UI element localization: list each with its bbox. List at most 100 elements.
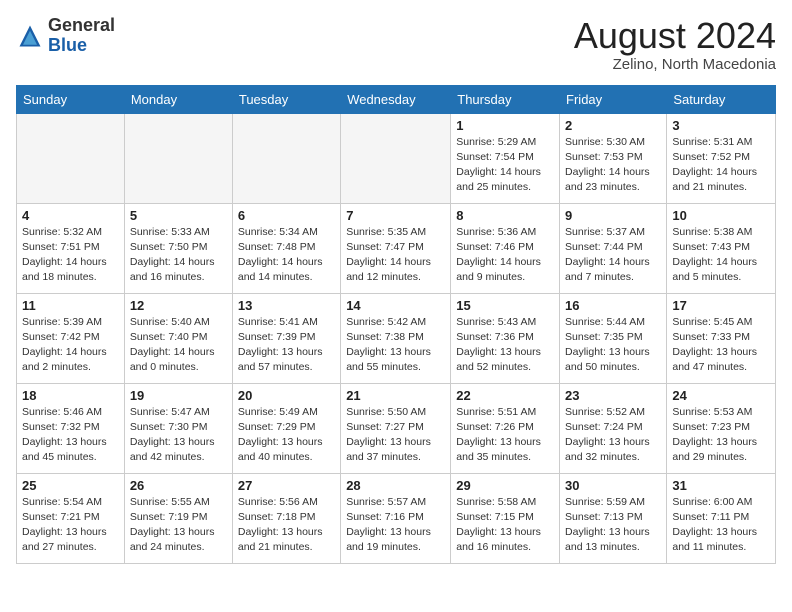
day-number: 25 [22, 478, 119, 493]
calendar-cell: 26Sunrise: 5:55 AM Sunset: 7:19 PM Dayli… [124, 473, 232, 563]
day-info: Sunrise: 5:34 AM Sunset: 7:48 PM Dayligh… [238, 225, 335, 286]
day-info: Sunrise: 5:51 AM Sunset: 7:26 PM Dayligh… [456, 405, 554, 466]
weekday-header: Friday [560, 85, 667, 113]
calendar-week-row: 18 Sunrise: 5:46 AM Sunset: 7:32 PM Dayli… [17, 383, 776, 473]
calendar-cell: 6 Sunrise: 5:34 AM Sunset: 7:48 PM Daylig… [232, 203, 340, 293]
day-info: Sunrise: 5:38 AM Sunset: 7:43 PM Dayligh… [672, 225, 770, 286]
logo: General Blue [16, 16, 115, 56]
day-number: 15 [456, 298, 554, 313]
day-number: 21 [346, 388, 445, 403]
day-number: 22 [456, 388, 554, 403]
day-info: Sunrise: 5:53 AM Sunset: 7:23 PM Dayligh… [672, 405, 770, 466]
day-number: 11 [22, 298, 119, 313]
calendar-cell: 10 Sunrise: 5:38 AM Sunset: 7:43 PM Dayli… [667, 203, 776, 293]
day-number: 2 [565, 118, 661, 133]
logo-general: General [48, 16, 115, 36]
day-number: 18 [22, 388, 119, 403]
day-info: Sunrise: 5:37 AM Sunset: 7:44 PM Dayligh… [565, 225, 661, 286]
calendar-cell: 9 Sunrise: 5:37 AM Sunset: 7:44 PM Daylig… [560, 203, 667, 293]
weekday-header: Tuesday [232, 85, 340, 113]
weekday-header: Monday [124, 85, 232, 113]
day-info: Sunrise: 5:56 AM Sunset: 7:18 PM Dayligh… [238, 495, 335, 556]
title-block: August 2024 Zelino, North Macedonia [574, 16, 776, 73]
day-number: 16 [565, 298, 661, 313]
day-number: 14 [346, 298, 445, 313]
weekday-header: Saturday [667, 85, 776, 113]
day-info: Sunrise: 5:59 AM Sunset: 7:13 PM Dayligh… [565, 495, 661, 556]
day-number: 29 [456, 478, 554, 493]
day-info: Sunrise: 5:46 AM Sunset: 7:32 PM Dayligh… [22, 405, 119, 466]
calendar-cell: 11 Sunrise: 5:39 AM Sunset: 7:42 PM Dayli… [17, 293, 125, 383]
day-info: Sunrise: 5:45 AM Sunset: 7:33 PM Dayligh… [672, 315, 770, 376]
calendar-cell [17, 113, 125, 203]
calendar-cell: 5 Sunrise: 5:33 AM Sunset: 7:50 PM Daylig… [124, 203, 232, 293]
day-info: Sunrise: 5:54 AM Sunset: 7:21 PM Dayligh… [22, 495, 119, 556]
day-number: 27 [238, 478, 335, 493]
calendar-cell: 4 Sunrise: 5:32 AM Sunset: 7:51 PM Daylig… [17, 203, 125, 293]
day-info: Sunrise: 5:40 AM Sunset: 7:40 PM Dayligh… [130, 315, 227, 376]
logo-icon [16, 22, 44, 50]
calendar-table: SundayMondayTuesdayWednesdayThursdayFrid… [16, 85, 776, 564]
calendar-cell: 19Sunrise: 5:47 AM Sunset: 7:30 PM Dayli… [124, 383, 232, 473]
day-info: Sunrise: 5:41 AM Sunset: 7:39 PM Dayligh… [238, 315, 335, 376]
day-number: 13 [238, 298, 335, 313]
calendar-week-row: 1 Sunrise: 5:29 AM Sunset: 7:54 PM Daylig… [17, 113, 776, 203]
weekday-header-row: SundayMondayTuesdayWednesdayThursdayFrid… [17, 85, 776, 113]
calendar-cell: 12 Sunrise: 5:40 AM Sunset: 7:40 PM Dayli… [124, 293, 232, 383]
calendar-cell: 16 Sunrise: 5:44 AM Sunset: 7:35 PM Dayli… [560, 293, 667, 383]
calendar-cell: 17 Sunrise: 5:45 AM Sunset: 7:33 PM Dayli… [667, 293, 776, 383]
day-info: Sunrise: 5:32 AM Sunset: 7:51 PM Dayligh… [22, 225, 119, 286]
calendar-week-row: 25 Sunrise: 5:54 AM Sunset: 7:21 PM Dayli… [17, 473, 776, 563]
day-number: 10 [672, 208, 770, 223]
day-number: 23 [565, 388, 661, 403]
calendar-cell: 30 Sunrise: 5:59 AM Sunset: 7:13 PM Dayli… [560, 473, 667, 563]
day-number: 1 [456, 118, 554, 133]
calendar-cell: 1 Sunrise: 5:29 AM Sunset: 7:54 PM Daylig… [451, 113, 560, 203]
day-number: 31 [672, 478, 770, 493]
day-number: 24 [672, 388, 770, 403]
day-info: Sunrise: 5:58 AM Sunset: 7:15 PM Dayligh… [456, 495, 554, 556]
calendar-cell: 29 Sunrise: 5:58 AM Sunset: 7:15 PM Dayli… [451, 473, 560, 563]
calendar-cell: 24 Sunrise: 5:53 AM Sunset: 7:23 PM Dayli… [667, 383, 776, 473]
day-info: Sunrise: 5:44 AM Sunset: 7:35 PM Dayligh… [565, 315, 661, 376]
weekday-header: Sunday [17, 85, 125, 113]
day-number: 30 [565, 478, 661, 493]
day-info: Sunrise: 5:36 AM Sunset: 7:46 PM Dayligh… [456, 225, 554, 286]
day-info: Sunrise: 5:35 AM Sunset: 7:47 PM Dayligh… [346, 225, 445, 286]
day-info: Sunrise: 5:29 AM Sunset: 7:54 PM Dayligh… [456, 135, 554, 196]
day-info: Sunrise: 5:31 AM Sunset: 7:52 PM Dayligh… [672, 135, 770, 196]
weekday-header: Thursday [451, 85, 560, 113]
main-title: August 2024 [574, 16, 776, 56]
calendar-cell: 27 Sunrise: 5:56 AM Sunset: 7:18 PM Dayli… [232, 473, 340, 563]
day-number: 6 [238, 208, 335, 223]
calendar-cell: 14Sunrise: 5:42 AM Sunset: 7:38 PM Dayli… [341, 293, 451, 383]
day-number: 8 [456, 208, 554, 223]
day-number: 17 [672, 298, 770, 313]
day-number: 12 [130, 298, 227, 313]
calendar-cell: 2Sunrise: 5:30 AM Sunset: 7:53 PM Daylig… [560, 113, 667, 203]
calendar-cell: 20Sunrise: 5:49 AM Sunset: 7:29 PM Dayli… [232, 383, 340, 473]
calendar-cell: 18 Sunrise: 5:46 AM Sunset: 7:32 PM Dayli… [17, 383, 125, 473]
calendar-cell: 25 Sunrise: 5:54 AM Sunset: 7:21 PM Dayli… [17, 473, 125, 563]
day-info: Sunrise: 5:39 AM Sunset: 7:42 PM Dayligh… [22, 315, 119, 376]
day-info: Sunrise: 5:52 AM Sunset: 7:24 PM Dayligh… [565, 405, 661, 466]
day-number: 5 [130, 208, 227, 223]
calendar-cell: 3Sunrise: 5:31 AM Sunset: 7:52 PM Daylig… [667, 113, 776, 203]
day-number: 4 [22, 208, 119, 223]
day-number: 28 [346, 478, 445, 493]
day-number: 20 [238, 388, 335, 403]
day-number: 9 [565, 208, 661, 223]
calendar-cell: 13 Sunrise: 5:41 AM Sunset: 7:39 PM Dayli… [232, 293, 340, 383]
logo-blue: Blue [48, 36, 115, 56]
calendar-cell: 22 Sunrise: 5:51 AM Sunset: 7:26 PM Dayli… [451, 383, 560, 473]
page-header: General Blue August 2024 Zelino, North M… [16, 16, 776, 73]
calendar-cell: 21 Sunrise: 5:50 AM Sunset: 7:27 PM Dayli… [341, 383, 451, 473]
day-info: Sunrise: 5:50 AM Sunset: 7:27 PM Dayligh… [346, 405, 445, 466]
subtitle: Zelino, North Macedonia [574, 56, 776, 73]
calendar-cell: 7Sunrise: 5:35 AM Sunset: 7:47 PM Daylig… [341, 203, 451, 293]
day-info: Sunrise: 5:57 AM Sunset: 7:16 PM Dayligh… [346, 495, 445, 556]
day-info: Sunrise: 5:33 AM Sunset: 7:50 PM Dayligh… [130, 225, 227, 286]
calendar-cell [341, 113, 451, 203]
calendar-cell: 28 Sunrise: 5:57 AM Sunset: 7:16 PM Dayli… [341, 473, 451, 563]
calendar-cell [232, 113, 340, 203]
